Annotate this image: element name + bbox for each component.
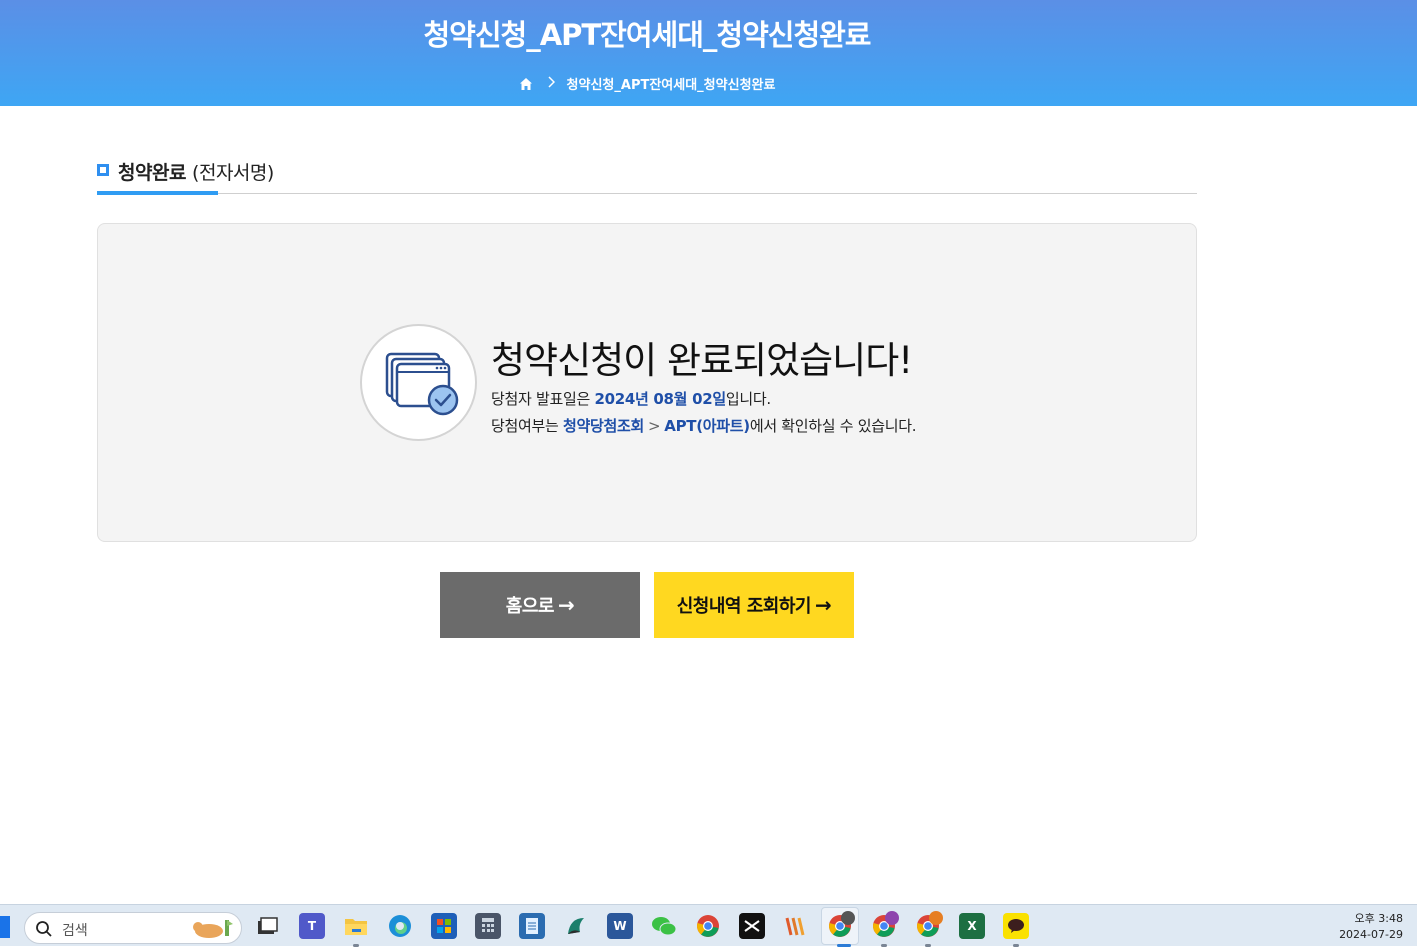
- chevron-right-icon: [547, 75, 555, 92]
- announcement-date-line: 당첨자 발표일은 2024년 08월 02일입니다.: [491, 388, 771, 409]
- section-heading: 청약완료 (전자서명): [97, 156, 1197, 195]
- section-underline: [97, 191, 218, 195]
- system-clock[interactable]: 오후 3:48 2024-07-29: [1339, 911, 1403, 943]
- app-icon[interactable]: [563, 913, 589, 939]
- task-view-icon[interactable]: [254, 913, 280, 939]
- windows-start-icon[interactable]: [0, 916, 10, 938]
- edge-icon[interactable]: [387, 913, 413, 939]
- announcement-suffix: 입니다.: [725, 390, 771, 408]
- arrow-right-icon: →: [557, 593, 575, 617]
- profile-badge-icon: [929, 911, 943, 925]
- kakaotalk-icon[interactable]: [1003, 913, 1029, 939]
- home-button-label: 홈으로: [505, 596, 555, 617]
- application-inquiry-button[interactable]: 신청내역 조회하기 →: [654, 572, 854, 638]
- windows-taskbar: 검색 T W X 오후 3:48 2024-07-29: [0, 904, 1417, 947]
- word-icon[interactable]: W: [607, 913, 633, 939]
- excel-icon[interactable]: X: [959, 913, 985, 939]
- store-icon[interactable]: [431, 913, 457, 939]
- path-separator: >: [647, 417, 661, 435]
- check-suffix: 에서 확인하실 수 있습니다.: [749, 417, 917, 435]
- inquiry-button-label: 신청내역 조회하기: [676, 596, 812, 617]
- clock-date: 2024-07-29: [1339, 928, 1403, 941]
- breadcrumb-current[interactable]: 청약신청_APT잔여세대_청약신청완료: [567, 74, 776, 93]
- home-button[interactable]: 홈으로 →: [440, 572, 640, 638]
- clock-time: 오후 3:48: [1354, 912, 1403, 925]
- home-icon[interactable]: [519, 77, 533, 91]
- announcement-date: 2024년 08월 02일: [594, 390, 726, 408]
- profile-badge-icon: [885, 911, 899, 925]
- capcut-icon[interactable]: [739, 913, 765, 939]
- wechat-icon[interactable]: [651, 913, 677, 939]
- file-explorer-icon[interactable]: [343, 913, 369, 939]
- search-highlight-icon: [189, 916, 237, 940]
- winning-inquiry-link[interactable]: 청약당첨조회: [563, 417, 644, 435]
- check-result-line: 당첨여부는 청약당첨조회 > APT(아파트)에서 확인하실 수 있습니다.: [491, 415, 916, 436]
- page-title: 청약신청_APT잔여세대_청약신청완료: [423, 18, 871, 52]
- notepad-icon[interactable]: [519, 913, 545, 939]
- page-header: 청약신청_APT잔여세대_청약신청완료 청약신청_APT잔여세대_청약신청완료: [0, 0, 1417, 106]
- completion-heading: 청약신청이 완료되었습니다!: [491, 339, 913, 382]
- completion-icon: [360, 324, 477, 441]
- announcement-prefix: 당첨자 발표일은: [491, 390, 595, 408]
- breadcrumb: 청약신청_APT잔여세대_청약신청완료: [0, 74, 1294, 93]
- profile-badge-icon: [841, 911, 855, 925]
- arrow-right-icon: →: [814, 593, 832, 617]
- section-title-sub: (전자서명): [192, 162, 274, 184]
- chrome-icon[interactable]: [695, 913, 721, 939]
- check-prefix: 당첨여부는: [491, 417, 563, 435]
- taskbar-search-input[interactable]: 검색: [24, 912, 242, 944]
- apt-link[interactable]: APT(아파트): [664, 417, 750, 435]
- result-panel: 청약신청이 완료되었습니다! 당첨자 발표일은 2024년 08월 02일입니다…: [97, 223, 1197, 542]
- section-title: 청약완료 (전자서명): [118, 158, 274, 185]
- search-placeholder: 검색: [62, 923, 88, 939]
- square-bullet-icon: [97, 164, 109, 176]
- section-title-main: 청약완료: [118, 162, 186, 184]
- search-icon: [35, 920, 53, 942]
- app-icon[interactable]: [783, 913, 809, 939]
- calculator-icon[interactable]: [475, 913, 501, 939]
- teams-icon[interactable]: T: [299, 913, 325, 939]
